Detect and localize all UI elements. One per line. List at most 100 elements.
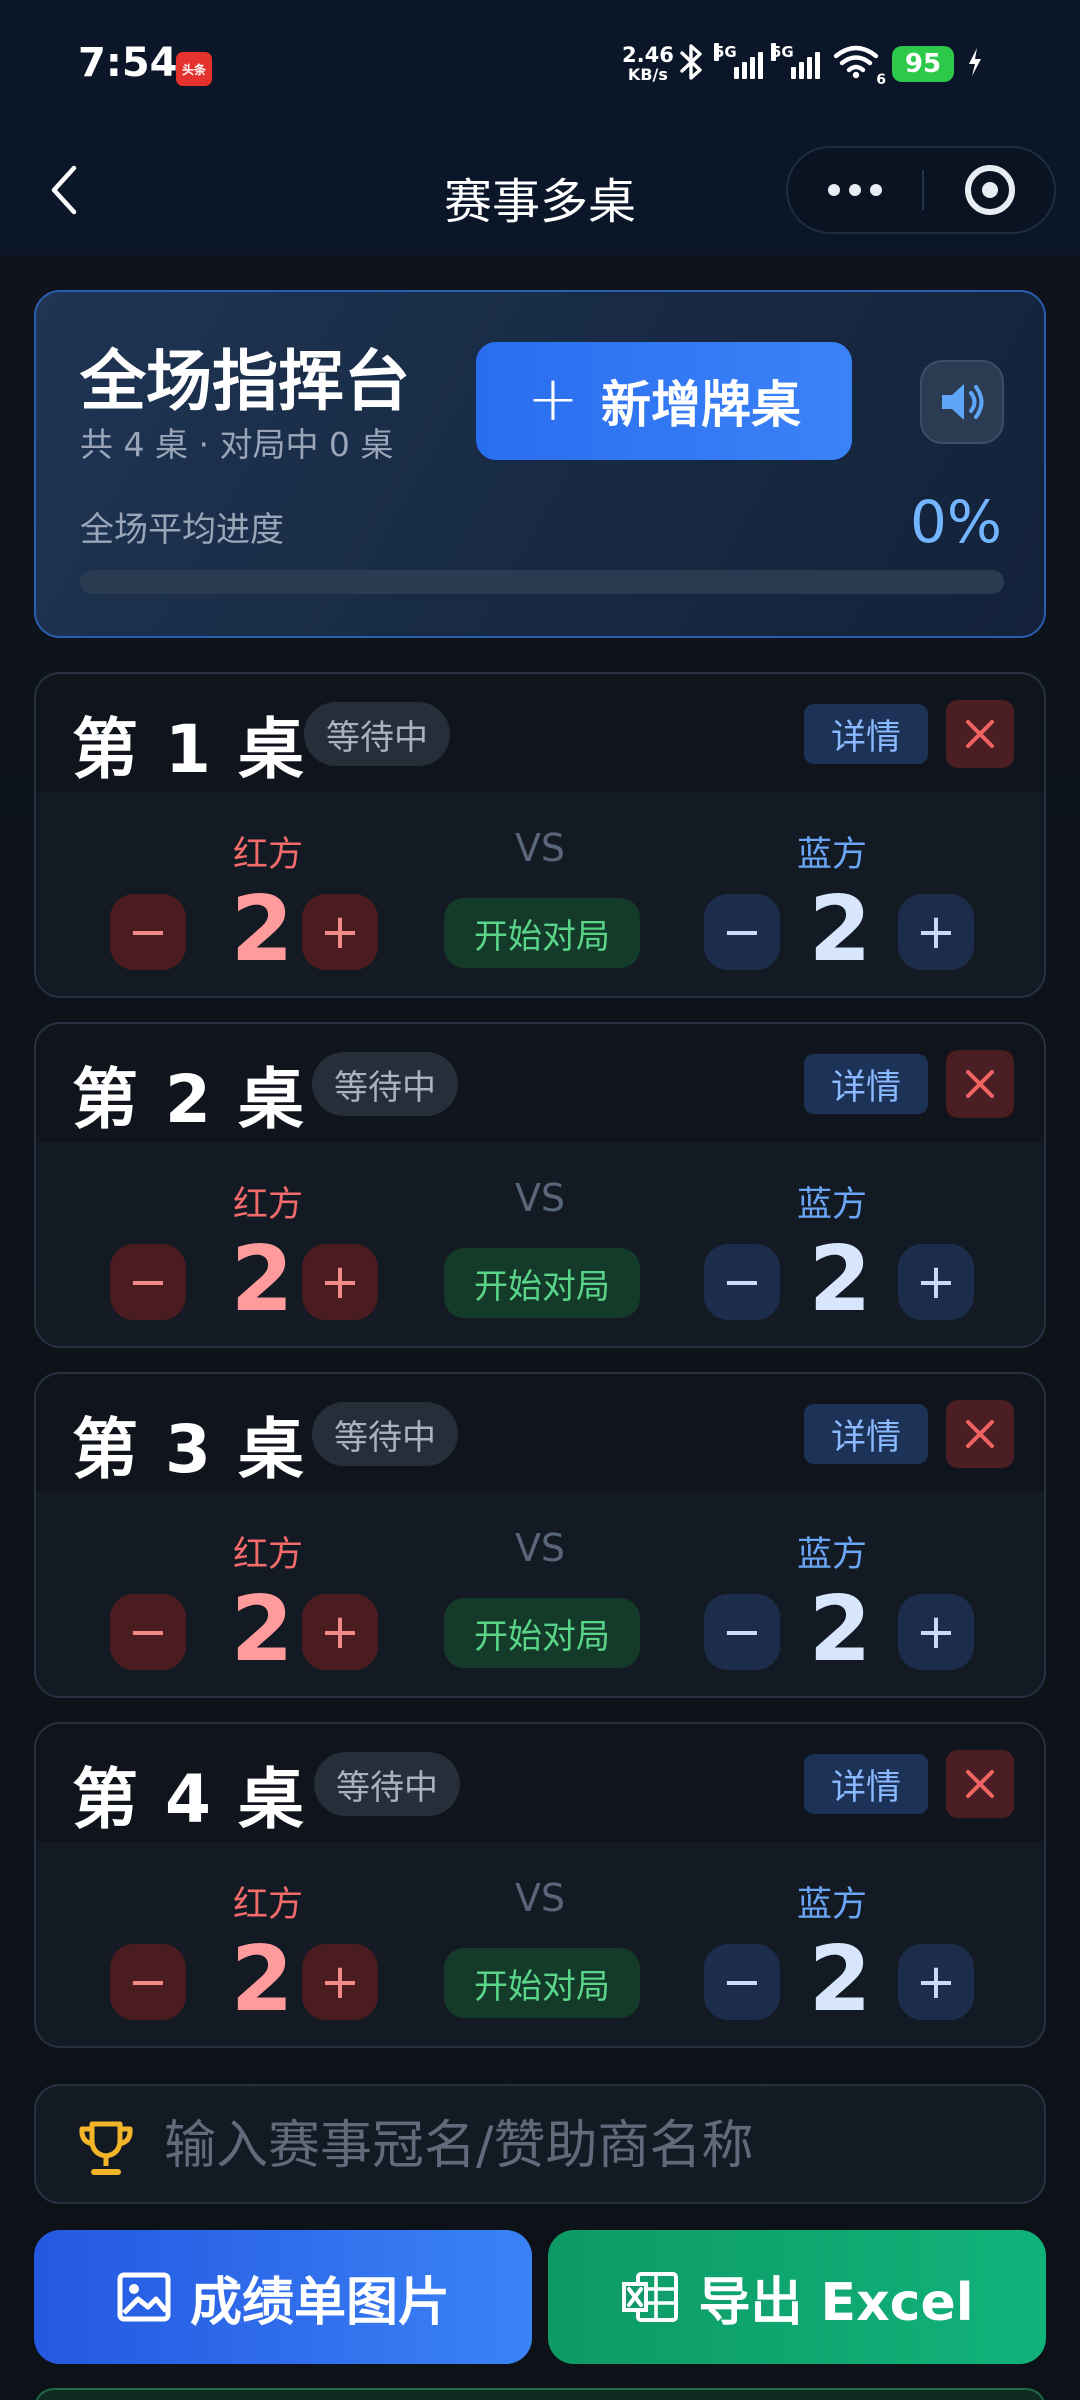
red-plus-button[interactable]: + [302, 894, 378, 970]
blue-score: 2 [808, 1927, 872, 2032]
red-plus-button[interactable]: + [302, 1244, 378, 1320]
network-speed-value: 2.46 [622, 43, 674, 67]
network-type-1: 5G [714, 43, 737, 61]
app-notification-icon: 头条 [176, 52, 212, 86]
detail-button[interactable]: 详情 [804, 1754, 928, 1814]
export-excel-label: 导出 Excel [698, 2272, 974, 2333]
app-root: 7:54 头条 2.46 KB/s 5G 5G 6 95 赛事多桌 全场指挥台 … [0, 0, 1080, 2400]
close-icon [966, 1070, 994, 1098]
detail-button[interactable]: 详情 [804, 1054, 928, 1114]
sponsor-field [34, 2084, 1046, 2204]
table-card: 第 2 桌 等待中 详情 红方 VS 蓝方 − 2 + 开始对局 − 2 + [34, 1022, 1046, 1348]
status-badge: 等待中 [312, 1402, 458, 1466]
detail-button[interactable]: 详情 [804, 704, 928, 764]
progress-label: 全场平均进度 [80, 510, 284, 550]
start-match-button[interactable]: 开始对局 [444, 1598, 640, 1668]
table-card: 第 1 桌 等待中 详情 红方 VS 蓝方 − 2 + 开始对局 − 2 + [34, 672, 1046, 998]
status-bar: 7:54 头条 2.46 KB/s 5G 5G 6 95 [0, 0, 1080, 130]
command-panel: 全场指挥台 共 4 桌 · 对局中 0 桌 + 新增牌桌 全场平均进度 0% [34, 290, 1046, 638]
blue-minus-button[interactable]: − [704, 1594, 780, 1670]
status-icons: 5G 5G 6 95 [678, 42, 984, 88]
network-speed-unit: KB/s [627, 65, 668, 84]
more-button[interactable] [788, 148, 922, 232]
status-badge: 等待中 [312, 1052, 458, 1116]
next-section-edge [34, 2388, 1046, 2400]
blue-minus-button[interactable]: − [704, 894, 780, 970]
vs-label: VS [514, 1876, 566, 1920]
red-plus-button[interactable]: + [302, 1594, 378, 1670]
red-score: 2 [230, 1577, 294, 1682]
close-miniprogram-icon [965, 165, 1015, 215]
delete-table-button[interactable] [946, 1050, 1014, 1118]
nav-header: 赛事多桌 [0, 130, 1080, 256]
vs-label: VS [514, 1176, 566, 1220]
delete-table-button[interactable] [946, 1400, 1014, 1468]
speaker-icon [942, 384, 984, 420]
trophy-icon [79, 2121, 133, 2175]
red-minus-button[interactable]: − [110, 894, 186, 970]
plus-icon: + [527, 362, 579, 435]
red-score: 2 [230, 1227, 294, 1332]
more-icon [828, 184, 840, 196]
panel-title: 全场指挥台 [80, 343, 410, 420]
red-side-label: 红方 [232, 1185, 303, 1225]
wifi-level: 6 [876, 72, 886, 88]
red-side-label: 红方 [232, 1885, 303, 1925]
sponsor-input[interactable] [164, 2106, 1004, 2186]
bluetooth-icon [678, 42, 706, 86]
table-name: 第 1 桌 [72, 711, 306, 788]
red-minus-button[interactable]: − [110, 1244, 186, 1320]
status-time: 7:54 [78, 40, 178, 86]
table-name: 第 2 桌 [72, 1061, 306, 1138]
blue-side-label: 蓝方 [796, 1185, 867, 1225]
start-match-button[interactable]: 开始对局 [444, 1948, 640, 2018]
close-icon [966, 1420, 994, 1448]
blue-plus-button[interactable]: + [898, 1944, 974, 2020]
start-match-button[interactable]: 开始对局 [444, 1248, 640, 1318]
signal-icon: 5G [714, 43, 763, 79]
scoreboard-image-button[interactable]: 成绩单图片 [34, 2230, 532, 2364]
red-side-label: 红方 [232, 1535, 303, 1575]
scoreboard-image-label: 成绩单图片 [189, 2272, 450, 2333]
miniprogram-capsule [786, 146, 1056, 234]
red-minus-button[interactable]: − [110, 1944, 186, 2020]
red-plus-button[interactable]: + [302, 1944, 378, 2020]
progress-percent: 0% [909, 488, 1002, 556]
blue-plus-button[interactable]: + [898, 1244, 974, 1320]
close-miniprogram-button[interactable] [924, 148, 1056, 232]
add-table-button[interactable]: + 新增牌桌 [476, 342, 852, 460]
red-score: 2 [230, 877, 294, 982]
blue-plus-button[interactable]: + [898, 894, 974, 970]
blue-minus-button[interactable]: − [704, 1244, 780, 1320]
wifi-icon: 6 [832, 44, 886, 88]
blue-plus-button[interactable]: + [898, 1594, 974, 1670]
red-score: 2 [230, 1927, 294, 2032]
progress-bar [80, 570, 1004, 594]
table-name: 第 3 桌 [72, 1411, 306, 1488]
table-card: 第 3 桌 等待中 详情 红方 VS 蓝方 − 2 + 开始对局 − 2 + [34, 1372, 1046, 1698]
red-minus-button[interactable]: − [110, 1594, 186, 1670]
sound-toggle-button[interactable] [920, 360, 1004, 444]
table-card: 第 4 桌 等待中 详情 红方 VS 蓝方 − 2 + 开始对局 − 2 + [34, 1722, 1046, 2048]
start-match-button[interactable]: 开始对局 [444, 898, 640, 968]
blue-side-label: 蓝方 [796, 1885, 867, 1925]
vs-label: VS [514, 826, 566, 870]
battery-icon: 95 [892, 46, 954, 82]
table-name: 第 4 桌 [72, 1761, 306, 1838]
export-excel-button[interactable]: 导出 Excel [548, 2230, 1046, 2364]
blue-minus-button[interactable]: − [704, 1944, 780, 2020]
delete-table-button[interactable] [946, 700, 1014, 768]
blue-score: 2 [808, 1227, 872, 1332]
status-badge: 等待中 [304, 702, 450, 766]
network-type-2: 5G [771, 43, 794, 61]
signal-icon-2: 5G [771, 43, 820, 79]
excel-icon [622, 2272, 679, 2322]
close-icon [966, 720, 994, 748]
status-badge: 等待中 [314, 1752, 460, 1816]
network-speed: 2.46 KB/s [622, 44, 674, 84]
blue-score: 2 [808, 877, 872, 982]
delete-table-button[interactable] [946, 1750, 1014, 1818]
add-table-label: 新增牌桌 [600, 376, 801, 434]
detail-button[interactable]: 详情 [804, 1404, 928, 1464]
panel-summary: 共 4 桌 · 对局中 0 桌 [80, 425, 394, 464]
